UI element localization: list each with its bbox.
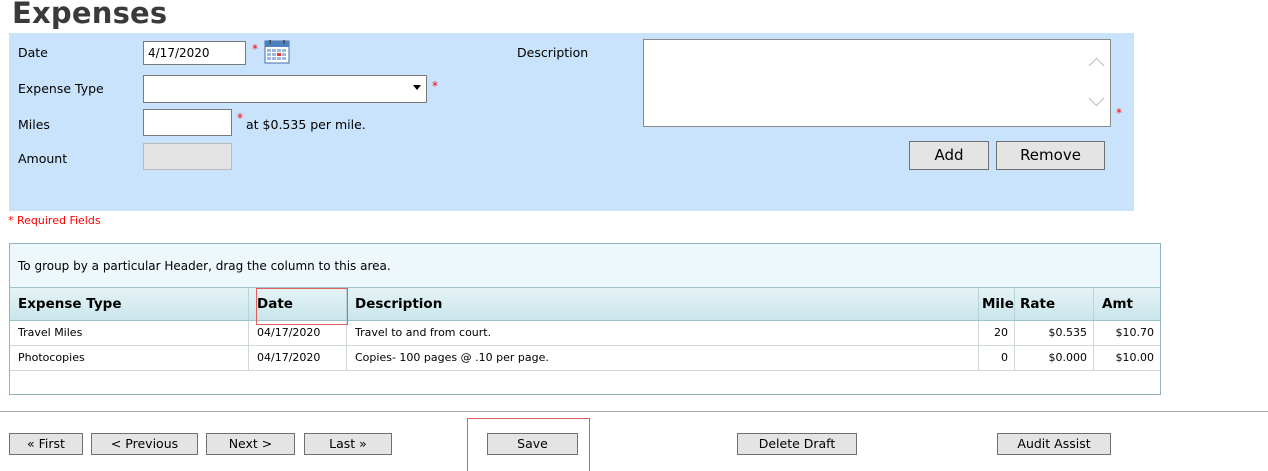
previous-button[interactable]: < Previous (91, 433, 198, 455)
column-header-rate[interactable]: Rate (1015, 288, 1094, 320)
expense-type-required-marker: * (432, 79, 438, 93)
scroll-down-icon[interactable] (1088, 90, 1105, 107)
page-title: Expenses (12, 0, 168, 30)
miles-rate-text: at $0.535 per mile. (246, 117, 366, 132)
date-required-marker: * (252, 42, 258, 56)
cell-description: Copies- 100 pages @ .10 per page. (347, 346, 979, 370)
miles-label: Miles (18, 117, 50, 132)
table-row[interactable]: Travel Miles 04/17/2020 Travel to and fr… (10, 321, 1160, 346)
date-header-highlight (256, 288, 348, 325)
cell-expense-type: Travel Miles (10, 321, 249, 345)
description-label: Description (517, 45, 589, 60)
cell-expense-type: Photocopies (10, 346, 249, 370)
calendar-icon[interactable] (264, 40, 290, 64)
cell-miles: 20 (979, 321, 1015, 345)
cell-amt: $10.00 (1115, 351, 1155, 364)
remove-button[interactable]: Remove (996, 141, 1105, 170)
miles-input[interactable] (143, 109, 232, 136)
amount-label: Amount (18, 151, 68, 166)
scroll-up-icon[interactable] (1088, 57, 1105, 74)
delete-draft-button[interactable]: Delete Draft (737, 433, 857, 455)
date-input[interactable]: 4/17/2020 (143, 41, 246, 65)
audit-assist-button[interactable]: Audit Assist (997, 433, 1111, 455)
chevron-down-icon[interactable] (413, 85, 421, 90)
column-header-expense-type[interactable]: Expense Type (10, 288, 249, 320)
column-header-miles[interactable]: Mile (979, 288, 1015, 320)
cell-description: Travel to and from court. (347, 321, 979, 345)
table-row[interactable]: Photocopies 04/17/2020 Copies- 100 pages… (10, 346, 1160, 371)
miles-required-marker: * (237, 111, 243, 125)
expense-type-select[interactable] (143, 75, 427, 103)
add-button[interactable]: Add (909, 141, 989, 170)
amount-field (143, 143, 232, 170)
first-button[interactable]: « First (9, 433, 83, 455)
last-button[interactable]: Last » (304, 433, 392, 455)
date-label: Date (18, 45, 48, 60)
cell-miles: 0 (979, 346, 1015, 370)
save-button[interactable]: Save (487, 433, 578, 455)
grid-header-row: Expense Type Date Description Mile Rate … (10, 288, 1160, 321)
cell-amt: $10.70 (1115, 326, 1155, 339)
cell-date: 04/17/2020 (249, 346, 347, 370)
group-by-area[interactable]: To group by a particular Header, drag th… (10, 244, 1160, 288)
required-fields-note: * Required Fields (8, 214, 101, 227)
footer-divider (0, 411, 1268, 412)
description-required-marker: * (1116, 106, 1122, 120)
next-button[interactable]: Next > (206, 433, 295, 455)
column-header-description[interactable]: Description (347, 288, 979, 320)
expenses-grid: To group by a particular Header, drag th… (9, 243, 1161, 395)
expense-type-label: Expense Type (18, 81, 104, 96)
description-textarea[interactable] (643, 39, 1111, 127)
cell-rate: $0.000 (1015, 346, 1094, 370)
cell-rate: $0.535 (1015, 321, 1094, 345)
column-header-amt[interactable]: Amt (1094, 288, 1160, 320)
